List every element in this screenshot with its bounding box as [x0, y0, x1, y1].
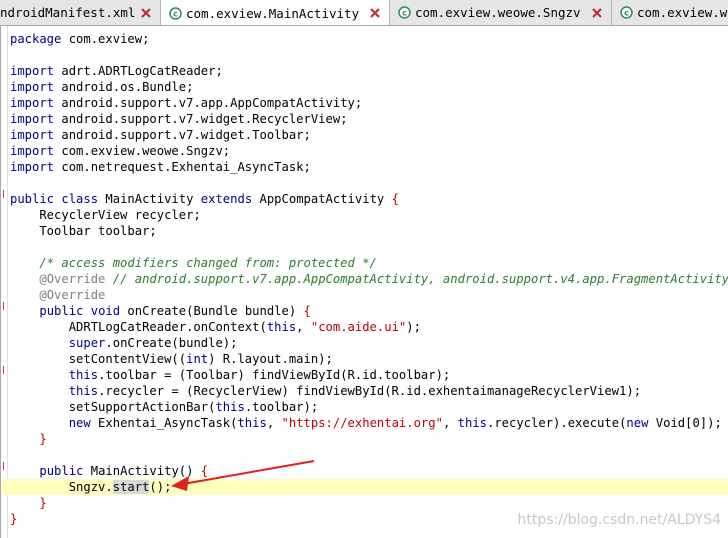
close-icon[interactable] — [591, 7, 603, 19]
fold-marker[interactable] — [3, 302, 8, 310]
java-class-icon: c — [398, 6, 411, 19]
svg-text:c: c — [624, 9, 629, 18]
code-line: setSupportActionBar(this.toolbar); — [10, 400, 319, 414]
code-line: ADRTLogCatReader.onContext(this, "com.ai… — [10, 320, 421, 334]
code-line: @Override — [39, 288, 106, 302]
code-line: this.toolbar = (Toolbar) findViewById(R.… — [68, 368, 451, 382]
code-line: import adrt.ADRTLogCatReader; — [10, 64, 223, 78]
code-line: Toolbar toolbar; — [10, 224, 157, 238]
editor-tab-bar: ndroidManifest.xml c com.exview.MainActi… — [0, 0, 728, 26]
java-class-icon: c — [169, 6, 182, 20]
code-line: } — [10, 512, 18, 526]
code-line: import android.support.v7.widget.Recycle… — [10, 112, 348, 126]
tab-mainactivity[interactable]: c com.exview.MainActivity — [161, 0, 390, 25]
code-line: setContentView((int) R.layout.main); — [10, 352, 333, 366]
tab-label: com.exview.weowe.Sngzv — [415, 5, 581, 20]
tab-label: com.exview.MainActivity — [186, 5, 360, 21]
code-line: import com.netrequest.Exhentai_AsyncTask… — [10, 160, 311, 174]
tab-exview-wi[interactable]: c com.exview.wi — [612, 0, 728, 25]
selected-text: start — [112, 480, 150, 494]
code-line: import android.support.v7.app.AppCompatA… — [10, 96, 363, 110]
code-line: RecyclerView recycler; — [10, 208, 201, 222]
close-icon[interactable] — [369, 7, 381, 19]
tab-label: ndroidManifest.xml — [0, 5, 136, 20]
close-icon[interactable] — [140, 7, 152, 19]
java-class-icon: c — [620, 6, 633, 19]
tab-sngzv[interactable]: c com.exview.weowe.Sngzv — [390, 0, 612, 25]
fold-marker[interactable] — [3, 366, 8, 374]
code-line: public MainActivity() { — [39, 464, 209, 478]
code-line: } — [39, 432, 47, 446]
code-line: @Override // android.support.v7.app.AppC… — [39, 272, 728, 286]
code-line: this.recycler = (RecyclerView) findViewB… — [68, 384, 642, 398]
code-line: public void onCreate(Bundle bundle) { — [39, 304, 311, 318]
fold-marker[interactable] — [3, 462, 8, 470]
code-editor[interactable]: package com.exview; import adrt.ADRTLogC… — [0, 26, 728, 538]
code-line: public class MainActivity extends AppCom… — [10, 192, 399, 206]
tab-label: com.exview.wi — [637, 5, 728, 20]
code-line: super.onCreate(bundle); — [68, 336, 238, 350]
code-line: new Exhentai_AsyncTask(this, "https://ex… — [68, 416, 722, 430]
tab-androidmanifest[interactable]: ndroidManifest.xml — [0, 0, 161, 25]
svg-text:c: c — [402, 9, 407, 18]
code-line: import android.support.v7.widget.Toolbar… — [10, 128, 311, 142]
code-line-current: Sngzv.start(); — [10, 480, 172, 494]
code-line: } — [39, 496, 47, 510]
code-line: /* access modifiers changed from: protec… — [10, 256, 377, 270]
watermark: https://blog.csdn.net/ALDYS4 — [517, 512, 722, 528]
code-line: import android.os.Bundle; — [10, 80, 194, 94]
code-line: package com.exview; — [10, 32, 150, 46]
fold-marker[interactable] — [3, 190, 8, 198]
code-line: import com.exview.weowe.Sngzv; — [10, 144, 231, 158]
svg-text:c: c — [173, 9, 178, 18]
